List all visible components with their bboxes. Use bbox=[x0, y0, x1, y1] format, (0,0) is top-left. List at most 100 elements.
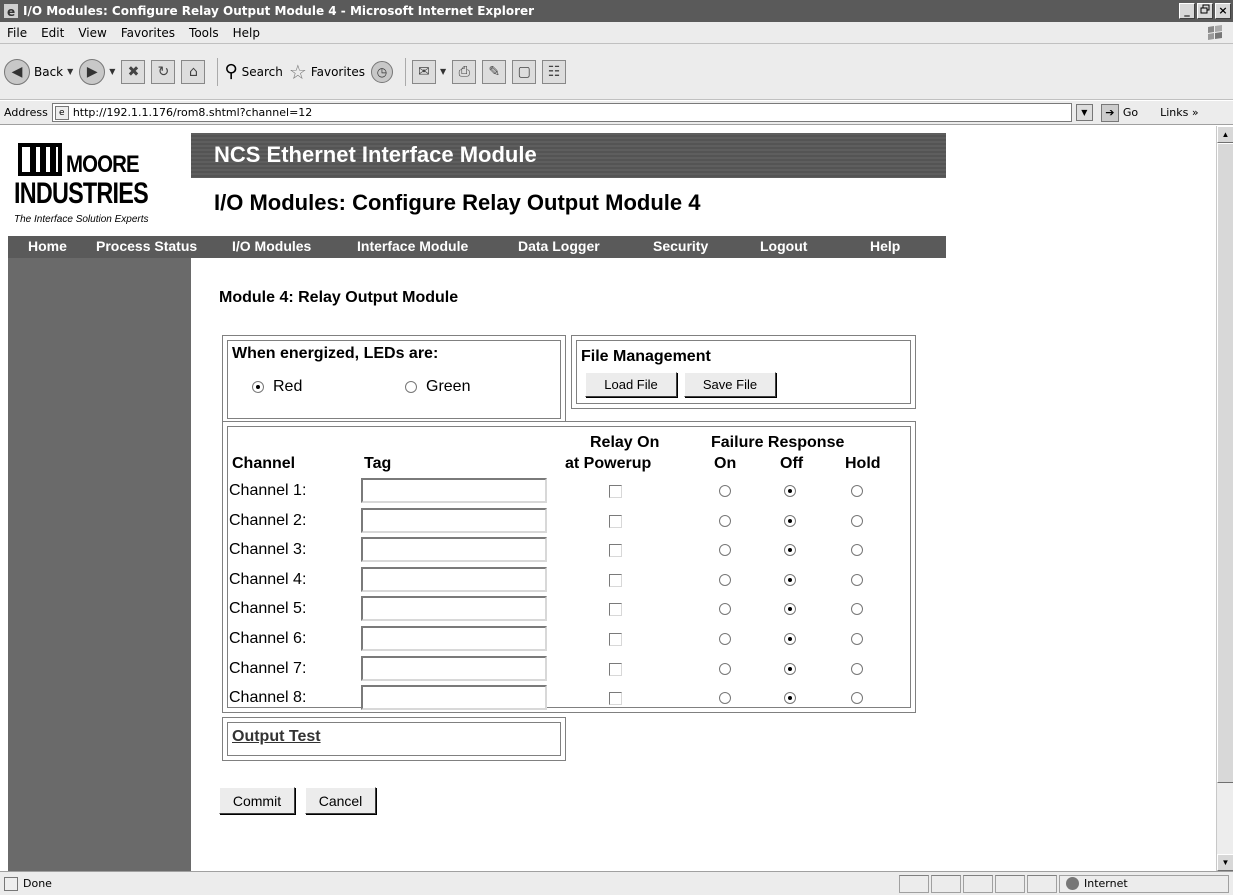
failure-on-radio[interactable] bbox=[719, 515, 731, 527]
failure-hold-radio[interactable] bbox=[851, 603, 863, 615]
failure-on-radio[interactable] bbox=[719, 485, 731, 497]
nav-home[interactable]: Home bbox=[28, 238, 67, 254]
stop-button[interactable]: ✖ bbox=[121, 59, 146, 84]
home-button[interactable]: ⌂ bbox=[181, 59, 206, 84]
scroll-up-icon[interactable]: ▲ bbox=[1217, 126, 1233, 143]
led-green-radio[interactable] bbox=[405, 381, 417, 393]
led-red-option[interactable]: Red bbox=[252, 378, 302, 396]
menu-edit[interactable]: Edit bbox=[34, 26, 71, 40]
output-test-link[interactable]: Output Test bbox=[232, 728, 321, 746]
relay-on-powerup-checkbox[interactable] bbox=[609, 692, 622, 705]
menu-favorites[interactable]: Favorites bbox=[114, 26, 182, 40]
search-button[interactable]: ⚲ Search bbox=[224, 61, 282, 82]
nav-logout[interactable]: Logout bbox=[760, 238, 807, 254]
refresh-button[interactable]: ↻ bbox=[151, 59, 176, 84]
failure-on-radio[interactable] bbox=[719, 544, 731, 556]
failure-hold-radio[interactable] bbox=[851, 515, 863, 527]
forward-button[interactable]: ▶ ▼ bbox=[79, 58, 115, 85]
menu-file[interactable]: File bbox=[0, 26, 34, 40]
failure-off-radio[interactable] bbox=[784, 603, 796, 615]
close-button[interactable]: × bbox=[1215, 3, 1231, 19]
menu-view[interactable]: View bbox=[71, 26, 113, 40]
relay-on-powerup-checkbox[interactable] bbox=[609, 515, 622, 528]
scroll-thumb[interactable] bbox=[1217, 143, 1233, 783]
failure-off-radio[interactable] bbox=[784, 663, 796, 675]
nav-process-status[interactable]: Process Status bbox=[96, 238, 197, 254]
commit-button[interactable]: Commit bbox=[219, 787, 295, 814]
failure-hold-radio[interactable] bbox=[851, 544, 863, 556]
research-button[interactable]: ☷ bbox=[542, 59, 567, 84]
channel-tag-input[interactable] bbox=[361, 626, 547, 651]
channel-tag-input[interactable] bbox=[361, 685, 547, 710]
maximize-button[interactable] bbox=[1197, 3, 1213, 19]
nav-io-modules[interactable]: I/O Modules bbox=[232, 238, 311, 254]
mail-button[interactable]: ✉ ▼ bbox=[412, 59, 446, 84]
forward-dropdown-icon[interactable]: ▼ bbox=[109, 67, 115, 76]
history-button[interactable]: ◷ bbox=[371, 60, 394, 83]
failure-off-radio[interactable] bbox=[784, 574, 796, 586]
discuss-button[interactable]: ▢ bbox=[512, 59, 537, 84]
channel-label: Channel 3: bbox=[229, 541, 307, 558]
status-cell bbox=[1027, 874, 1057, 893]
load-file-button[interactable]: Load File bbox=[585, 372, 677, 397]
favorites-star-icon: ☆ bbox=[288, 59, 307, 84]
edit-button[interactable]: ✎ bbox=[482, 59, 507, 84]
logo-mark-icon bbox=[18, 143, 62, 176]
menu-tools[interactable]: Tools bbox=[182, 26, 226, 40]
failure-hold-radio[interactable] bbox=[851, 574, 863, 586]
failure-hold-radio[interactable] bbox=[851, 663, 863, 675]
failure-off-radio[interactable] bbox=[784, 544, 796, 556]
relay-on-powerup-checkbox[interactable] bbox=[609, 603, 622, 616]
nav-help[interactable]: Help bbox=[870, 238, 900, 254]
links-button[interactable]: Links » bbox=[1160, 106, 1199, 119]
failure-on-radio[interactable] bbox=[719, 633, 731, 645]
relay-on-powerup-checkbox[interactable] bbox=[609, 663, 622, 676]
failure-on-radio[interactable] bbox=[719, 663, 731, 675]
channel-tag-input[interactable] bbox=[361, 567, 547, 592]
vertical-scrollbar[interactable]: ▲ ▼ bbox=[1216, 126, 1233, 871]
nav-interface-module[interactable]: Interface Module bbox=[357, 238, 468, 254]
led-red-radio[interactable] bbox=[252, 381, 264, 393]
failure-off-radio[interactable] bbox=[784, 633, 796, 645]
security-zone: Internet bbox=[1059, 874, 1229, 893]
failure-on-radio[interactable] bbox=[719, 574, 731, 586]
header-tag: Tag bbox=[364, 455, 392, 472]
toolbar: ◀ Back ▼ ▶ ▼ ✖ ↻ ⌂ ⚲ Search ☆ Favorites … bbox=[0, 44, 1233, 100]
cancel-button[interactable]: Cancel bbox=[305, 787, 376, 814]
windows-flag-icon bbox=[1208, 25, 1222, 40]
failure-on-radio[interactable] bbox=[719, 603, 731, 615]
header-relay-line1: Relay On bbox=[590, 434, 660, 451]
failure-off-radio[interactable] bbox=[784, 692, 796, 704]
mail-dropdown-icon[interactable]: ▼ bbox=[440, 67, 446, 76]
minimize-button[interactable]: _ bbox=[1179, 3, 1195, 19]
relay-on-powerup-checkbox[interactable] bbox=[609, 633, 622, 646]
failure-hold-radio[interactable] bbox=[851, 633, 863, 645]
channel-tag-input[interactable] bbox=[361, 656, 547, 681]
failure-off-radio[interactable] bbox=[784, 485, 796, 497]
save-file-button[interactable]: Save File bbox=[684, 372, 776, 397]
relay-on-powerup-checkbox[interactable] bbox=[609, 544, 622, 557]
favorites-button[interactable]: ☆ Favorites bbox=[289, 60, 365, 84]
nav-data-logger[interactable]: Data Logger bbox=[518, 238, 600, 254]
relay-on-powerup-checkbox[interactable] bbox=[609, 574, 622, 587]
page-title: I/O Modules: Configure Relay Output Modu… bbox=[214, 190, 701, 215]
relay-on-powerup-checkbox[interactable] bbox=[609, 485, 622, 498]
channel-tag-input[interactable] bbox=[361, 537, 547, 562]
back-dropdown-icon[interactable]: ▼ bbox=[67, 67, 73, 76]
menu-help[interactable]: Help bbox=[226, 26, 267, 40]
scroll-down-icon[interactable]: ▼ bbox=[1217, 854, 1233, 871]
nav-security[interactable]: Security bbox=[653, 238, 708, 254]
failure-on-radio[interactable] bbox=[719, 692, 731, 704]
channel-tag-input[interactable] bbox=[361, 478, 547, 503]
failure-hold-radio[interactable] bbox=[851, 485, 863, 497]
failure-hold-radio[interactable] bbox=[851, 692, 863, 704]
failure-off-radio[interactable] bbox=[784, 515, 796, 527]
go-button[interactable]: ➔ Go bbox=[1100, 103, 1138, 122]
address-input[interactable]: e http://192.1.1.176/rom8.shtml?channel=… bbox=[51, 103, 1072, 122]
led-green-option[interactable]: Green bbox=[405, 378, 470, 396]
address-dropdown-icon[interactable]: ▼ bbox=[1075, 104, 1093, 121]
back-button[interactable]: ◀ Back ▼ bbox=[4, 58, 73, 85]
print-button[interactable]: ⎙ bbox=[452, 59, 477, 84]
channel-tag-input[interactable] bbox=[361, 596, 547, 621]
channel-tag-input[interactable] bbox=[361, 508, 547, 533]
